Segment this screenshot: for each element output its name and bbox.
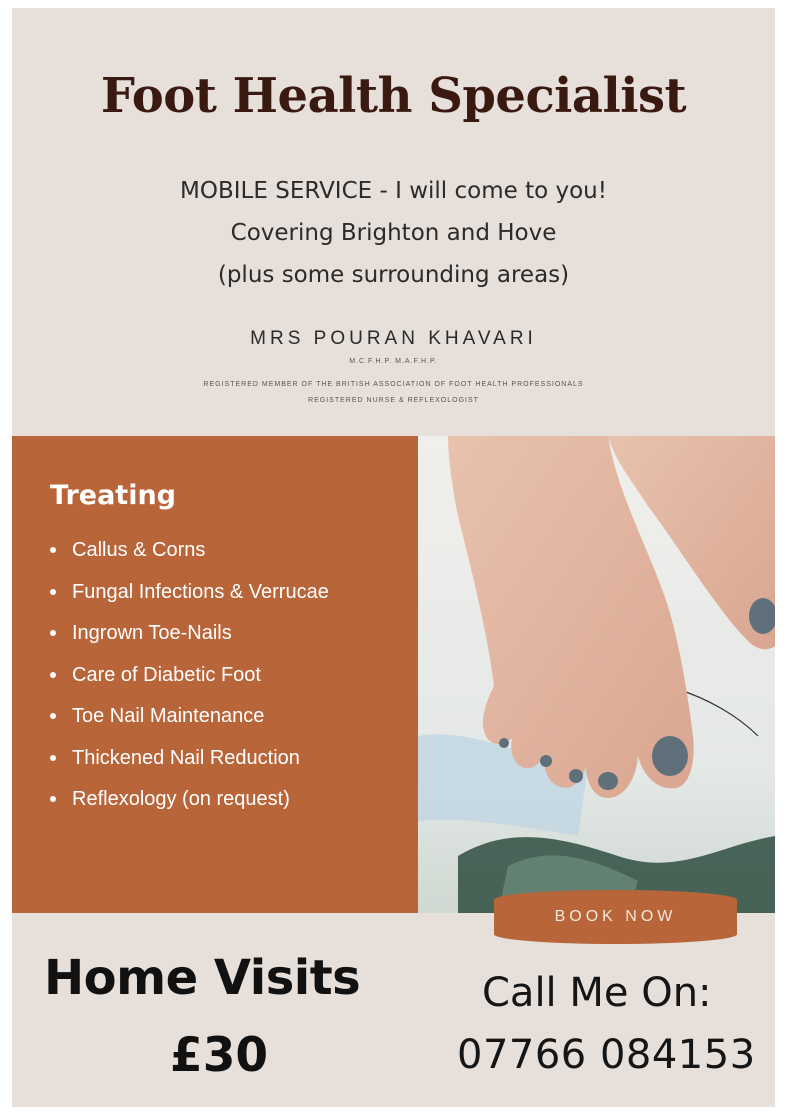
treatment-item: Callus & Corns <box>48 535 329 577</box>
practitioner-name: MRS POURAN KHAVARI <box>250 328 537 349</box>
treatment-item: Reflexology (on request) <box>48 784 329 826</box>
coverage-line: Covering Brighton and Hove <box>230 220 557 246</box>
treatment-item: Care of Diabetic Foot <box>48 660 329 702</box>
call-me-label: Call Me On: <box>482 970 712 1016</box>
feet-photo <box>418 436 775 913</box>
phone-number[interactable]: 07766 084153 <box>457 1032 756 1078</box>
roles-line: REGISTERED NURSE & REFLEXOLOGIST <box>308 397 479 404</box>
treatment-item: Fungal Infections & Verrucae <box>48 577 329 619</box>
treatment-item: Toe Nail Maintenance <box>48 701 329 743</box>
home-visits-label: Home Visits <box>44 950 361 1006</box>
treatment-item: Thickened Nail Reduction <box>48 743 329 785</box>
flyer: Foot Health Specialist MOBILE SERVICE - … <box>12 8 775 1107</box>
treatments-heading: Treating <box>50 480 177 511</box>
page-title: Foot Health Specialist <box>100 68 687 124</box>
book-now-button[interactable]: BOOK NOW <box>494 890 737 944</box>
surrounding-areas-line: (plus some surrounding areas) <box>217 262 570 288</box>
feet-illustration <box>418 436 775 913</box>
treatments-panel: Treating Callus & Corns Fungal Infection… <box>12 436 418 913</box>
treatment-item: Ingrown Toe-Nails <box>48 618 329 660</box>
price: £30 <box>170 1028 269 1083</box>
membership-line: REGISTERED MEMBER OF THE BRITISH ASSOCIA… <box>203 381 584 388</box>
mobile-service-line: MOBILE SERVICE - I will come to you! <box>180 178 607 204</box>
treatments-list: Callus & Corns Fungal Infections & Verru… <box>48 535 329 826</box>
practitioner-credentials: M.C.F.H.P. M.A.F.H.P. <box>349 358 438 365</box>
